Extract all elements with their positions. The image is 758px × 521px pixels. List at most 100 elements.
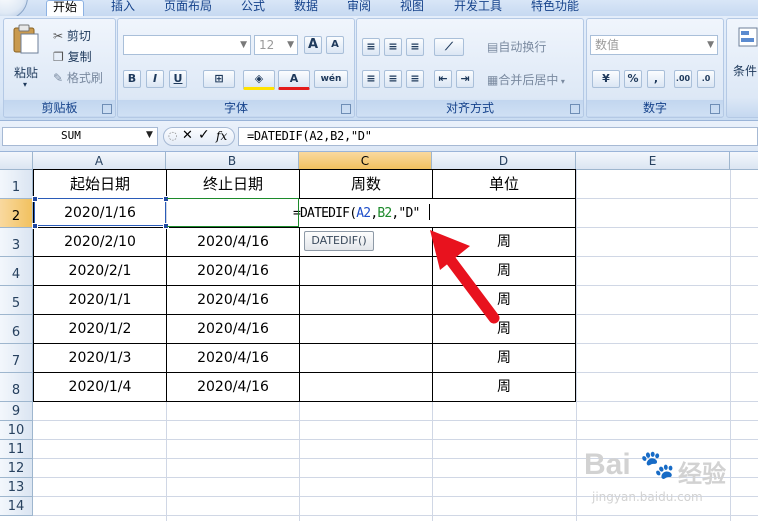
merge-center-button[interactable]: ▦合并后居中 ▾ bbox=[487, 71, 565, 88]
name-box-chevron-down-icon[interactable]: ▼ bbox=[146, 130, 153, 140]
orientation-icon[interactable]: ⟋ bbox=[434, 38, 464, 56]
table-border bbox=[575, 169, 576, 402]
cell-b4[interactable]: 2020/4/16 bbox=[167, 257, 299, 285]
row-header-1[interactable]: 1 bbox=[0, 170, 33, 199]
tab-home[interactable]: 开始 bbox=[46, 0, 85, 17]
row-header-5[interactable]: 5 bbox=[0, 286, 33, 315]
tab-developer[interactable]: 开发工具 bbox=[454, 0, 502, 16]
bold-button[interactable]: B bbox=[123, 70, 141, 88]
insert-function-button[interactable]: fx bbox=[216, 129, 227, 143]
cell-a4[interactable]: 2020/2/1 bbox=[34, 257, 166, 285]
grip-icon: ◌ bbox=[168, 129, 178, 142]
tab-data[interactable]: 数据 bbox=[294, 0, 318, 16]
row-header-6[interactable]: 6 bbox=[0, 315, 33, 344]
cell-a6[interactable]: 2020/1/2 bbox=[34, 315, 166, 343]
select-all-corner[interactable] bbox=[0, 152, 33, 170]
cell-b7[interactable]: 2020/4/16 bbox=[167, 344, 299, 372]
cancel-icon[interactable]: ✕ bbox=[182, 128, 193, 143]
cell-b8[interactable]: 2020/4/16 bbox=[167, 373, 299, 401]
decrease-decimal-button[interactable]: .0 bbox=[697, 70, 715, 88]
row-header-4[interactable]: 4 bbox=[0, 257, 33, 286]
row-header-3[interactable]: 3 bbox=[0, 228, 33, 257]
reference-handle[interactable] bbox=[32, 196, 38, 202]
row-header-12[interactable]: 12 bbox=[0, 459, 33, 478]
cell-a1[interactable]: 起始日期 bbox=[34, 170, 166, 198]
row-header-11[interactable]: 11 bbox=[0, 440, 33, 459]
cell-a5[interactable]: 2020/1/1 bbox=[34, 286, 166, 314]
font-launcher-icon[interactable] bbox=[341, 104, 351, 114]
function-tooltip[interactable]: DATEDIF() bbox=[304, 231, 374, 251]
font-size-combo[interactable]: 12 ▼ bbox=[254, 35, 298, 55]
align-bottom-icon[interactable]: ≡ bbox=[406, 38, 424, 56]
tab-special-features[interactable]: 特色功能 bbox=[531, 0, 579, 16]
font-name-combo[interactable]: ▼ bbox=[123, 35, 251, 55]
borders-button[interactable]: ⊞ bbox=[203, 70, 235, 88]
number-launcher-icon[interactable] bbox=[710, 104, 720, 114]
name-box[interactable]: SUM bbox=[2, 127, 158, 146]
increase-indent-icon[interactable]: ⇥ bbox=[456, 70, 474, 88]
enter-checkmark-icon[interactable]: ✓ bbox=[198, 127, 210, 143]
tab-formulas[interactable]: 公式 bbox=[241, 0, 265, 16]
shrink-font-button[interactable]: A bbox=[326, 36, 344, 54]
cell-d7[interactable]: 周 bbox=[433, 344, 575, 372]
alignment-launcher-icon[interactable] bbox=[570, 104, 580, 114]
underline-button[interactable]: U bbox=[169, 70, 187, 88]
cell-a3[interactable]: 2020/2/10 bbox=[34, 228, 166, 256]
copy-button[interactable]: ❐ 复制 bbox=[53, 48, 92, 65]
column-header-e[interactable]: E bbox=[576, 152, 730, 170]
tab-insert[interactable]: 插入 bbox=[111, 0, 135, 16]
paste-icon[interactable] bbox=[10, 24, 40, 54]
formula-input[interactable]: =DATEDIF(A2,B2,"D" bbox=[238, 127, 758, 146]
column-header-b[interactable]: B bbox=[166, 152, 299, 170]
align-right-icon[interactable]: ≡ bbox=[406, 70, 424, 88]
cell-b5[interactable]: 2020/4/16 bbox=[167, 286, 299, 314]
column-header-c[interactable]: C bbox=[299, 152, 432, 170]
wrap-text-button[interactable]: ▤自动换行 bbox=[487, 38, 546, 55]
phonetic-button[interactable]: wén bbox=[314, 70, 348, 88]
format-painter-button[interactable]: ✎ 格式刷 bbox=[53, 69, 103, 86]
italic-button[interactable]: I bbox=[146, 70, 164, 88]
percent-button[interactable]: % bbox=[624, 70, 642, 88]
row-header-14[interactable]: 14 bbox=[0, 497, 33, 516]
align-left-icon[interactable]: ≡ bbox=[362, 70, 380, 88]
tab-page-layout[interactable]: 页面布局 bbox=[164, 0, 212, 16]
column-header-d[interactable]: D bbox=[432, 152, 576, 170]
row-header-13[interactable]: 13 bbox=[0, 478, 33, 497]
cell-d1[interactable]: 单位 bbox=[433, 170, 575, 198]
currency-button[interactable]: ¥ bbox=[592, 70, 620, 88]
paste-button[interactable]: 粘贴 bbox=[14, 64, 38, 81]
cell-b1[interactable]: 终止日期 bbox=[167, 170, 299, 198]
row-header-10[interactable]: 10 bbox=[0, 421, 33, 440]
tab-view[interactable]: 视图 bbox=[400, 0, 424, 16]
column-header-f[interactable] bbox=[730, 152, 758, 170]
cell-a7[interactable]: 2020/1/3 bbox=[34, 344, 166, 372]
decrease-indent-icon[interactable]: ⇤ bbox=[434, 70, 452, 88]
row-header-8[interactable]: 8 bbox=[0, 373, 33, 402]
comma-button[interactable]: , bbox=[647, 70, 665, 88]
fill-color-button[interactable]: ◈ bbox=[243, 70, 275, 90]
reference-handle[interactable] bbox=[32, 223, 38, 229]
cell-c1[interactable]: 周数 bbox=[300, 170, 432, 198]
conditional-format-icon[interactable] bbox=[738, 26, 758, 48]
table-border bbox=[33, 401, 576, 402]
paste-chevron-down-icon[interactable]: ▾ bbox=[23, 80, 27, 89]
row-header-7[interactable]: 7 bbox=[0, 344, 33, 373]
align-top-icon[interactable]: ≡ bbox=[362, 38, 380, 56]
column-header-a[interactable]: A bbox=[33, 152, 166, 170]
grow-font-button[interactable]: A bbox=[304, 36, 322, 54]
align-center-icon[interactable]: ≡ bbox=[384, 70, 402, 88]
cell-d8[interactable]: 周 bbox=[433, 373, 575, 401]
tab-review[interactable]: 审阅 bbox=[347, 0, 371, 16]
conditional-format-button[interactable]: 条件 bbox=[733, 62, 757, 79]
cell-b6[interactable]: 2020/4/16 bbox=[167, 315, 299, 343]
clipboard-launcher-icon[interactable] bbox=[102, 104, 112, 114]
cut-button[interactable]: ✂ 剪切 bbox=[53, 27, 91, 44]
cell-a8[interactable]: 2020/1/4 bbox=[34, 373, 166, 401]
row-header-9[interactable]: 9 bbox=[0, 402, 33, 421]
font-color-button[interactable]: A bbox=[278, 70, 310, 90]
number-format-combo[interactable]: 数值 ▼ bbox=[590, 35, 718, 55]
increase-decimal-button[interactable]: .00 bbox=[674, 70, 692, 88]
align-middle-icon[interactable]: ≡ bbox=[384, 38, 402, 56]
cell-b3[interactable]: 2020/4/16 bbox=[167, 228, 299, 256]
row-header-2[interactable]: 2 bbox=[0, 199, 33, 228]
